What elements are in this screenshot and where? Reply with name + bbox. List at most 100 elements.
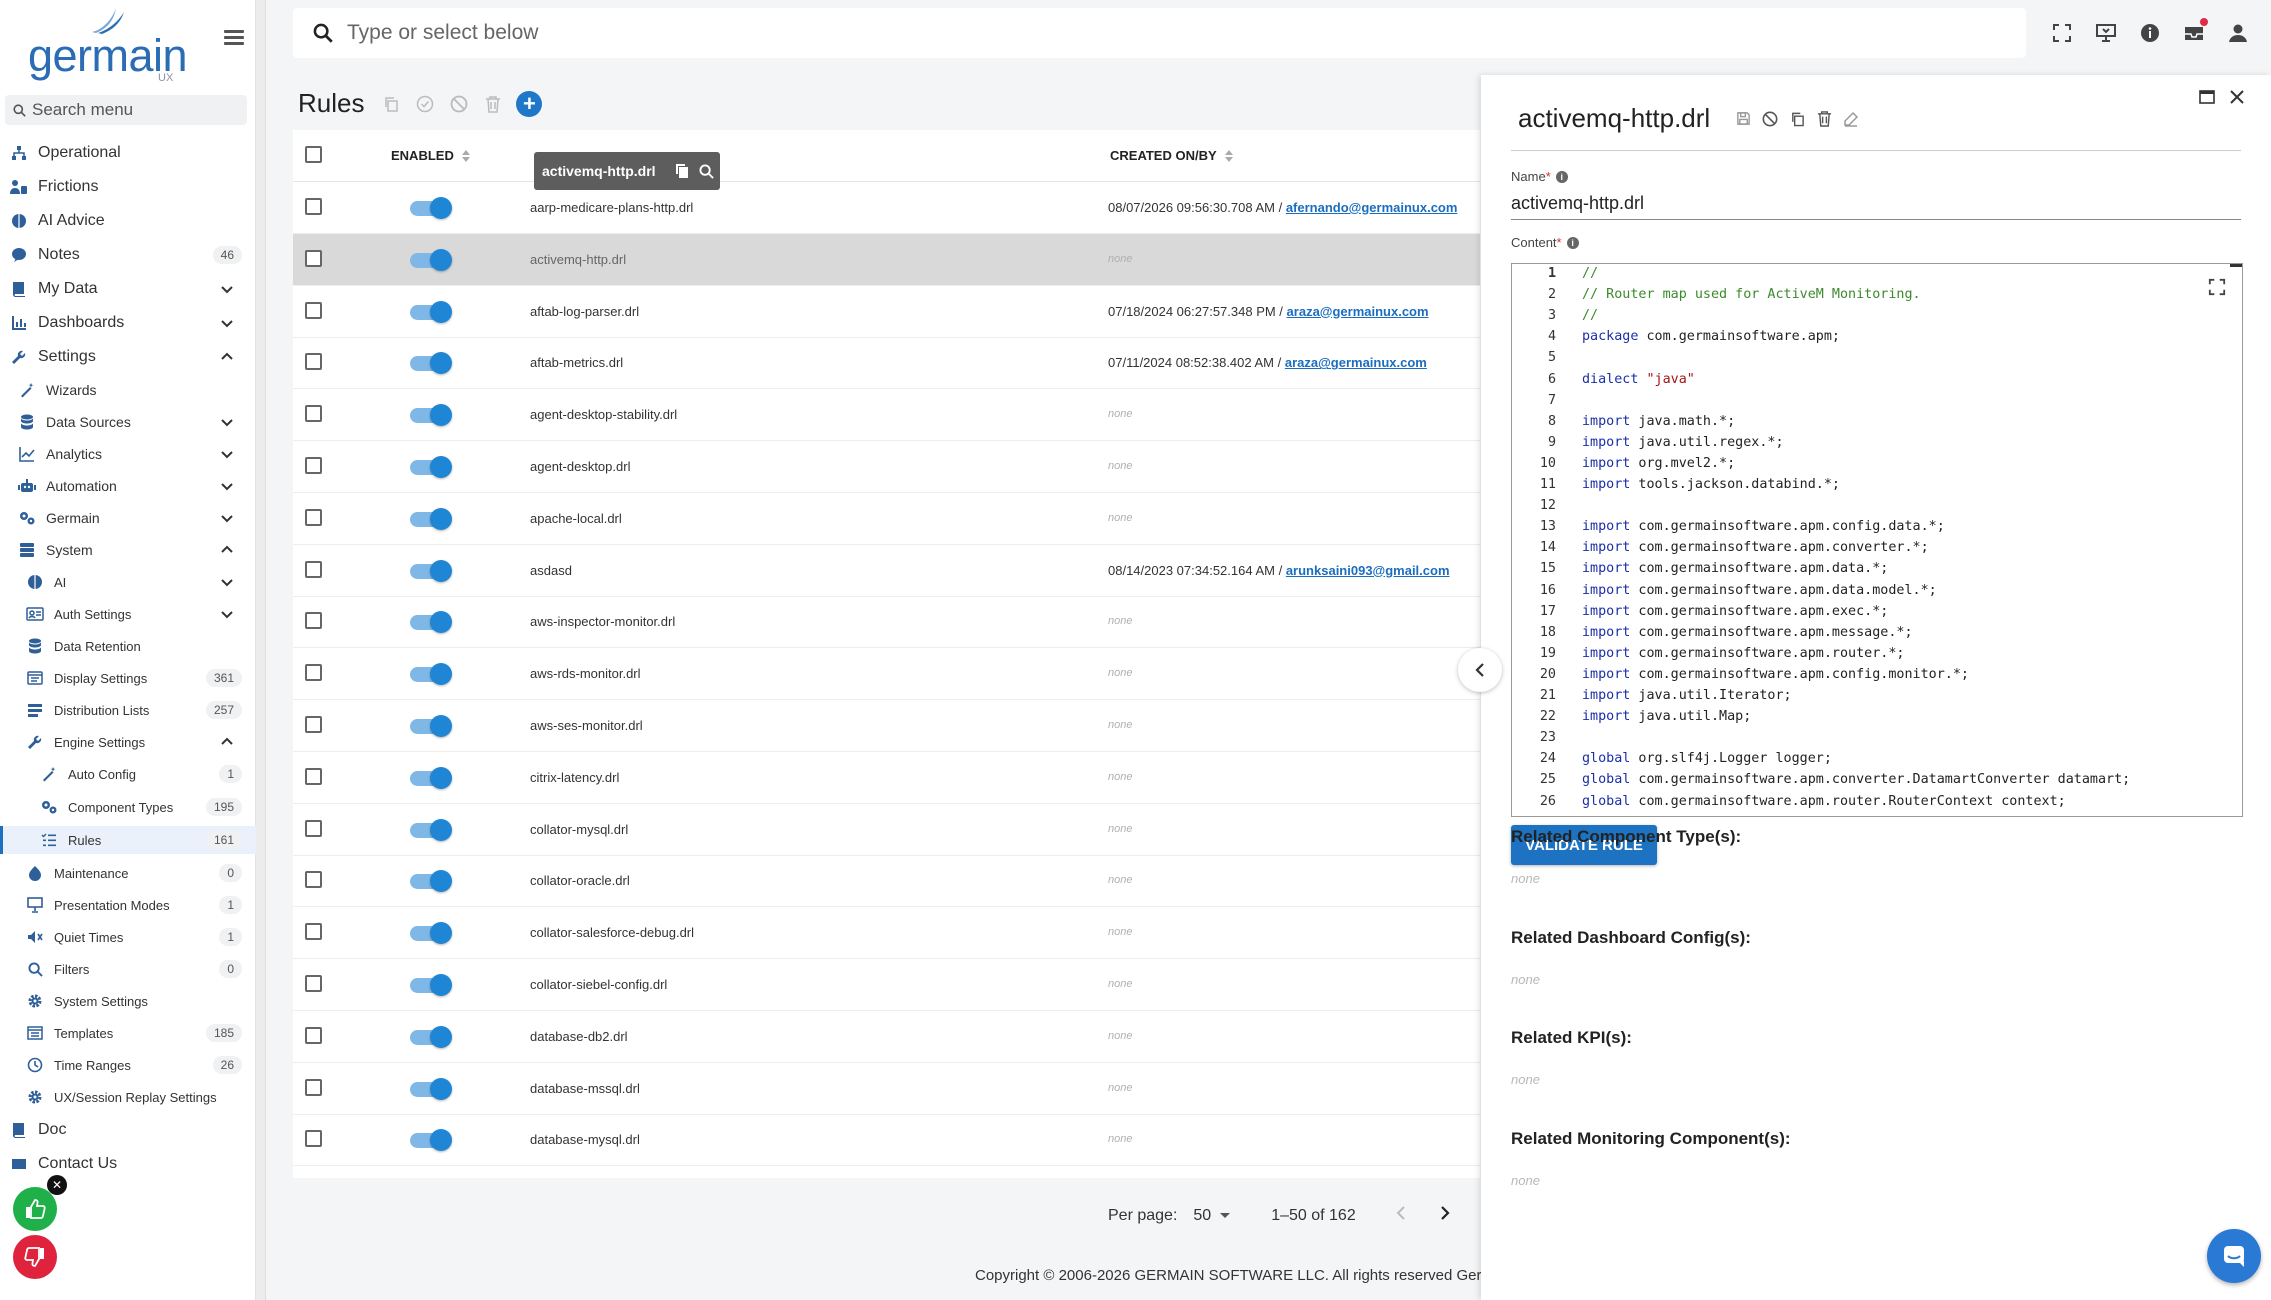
enabled-toggle[interactable] — [410, 1128, 452, 1152]
next-page-icon[interactable] — [1440, 1205, 1450, 1226]
row-checkbox[interactable] — [305, 664, 322, 682]
chevron-down-icon[interactable] — [220, 479, 234, 493]
row-checkbox[interactable] — [305, 1026, 322, 1044]
sidebar-item-auto-config[interactable]: Auto Config 1 — [0, 760, 256, 788]
table-row[interactable]: activemq-http.drl none — [293, 233, 1480, 286]
close-icon[interactable] — [2225, 87, 2249, 107]
code-editor[interactable]: 1 // 2 // Router map used for ActiveM Monit… — [1511, 263, 2243, 817]
enabled-toggle[interactable] — [410, 455, 452, 479]
sidebar-item-quiet-times[interactable]: Quiet Times 1 — [0, 923, 256, 951]
column-enabled[interactable]: ENABLED — [391, 148, 472, 163]
fullscreen-icon[interactable] — [2040, 18, 2084, 48]
menu-toggle-icon[interactable] — [224, 30, 244, 46]
enabled-toggle[interactable] — [410, 507, 452, 531]
table-row[interactable]: asdasd 08/14/2023 07:34:52.164 AM / arunk… — [293, 545, 1480, 597]
sidebar-item-analytics[interactable]: Analytics — [0, 440, 256, 468]
sidebar-item-maintenance[interactable]: Maintenance 0 — [0, 859, 256, 887]
table-row[interactable]: aftab-log-parser.drl 07/18/2024 06:27:57.… — [293, 286, 1480, 338]
sidebar-item-contact-us[interactable]: Contact Us — [0, 1149, 256, 1179]
ban-icon[interactable] — [448, 93, 470, 115]
enabled-toggle[interactable] — [410, 300, 452, 324]
table-row[interactable]: agent-desktop-stability.drl none — [293, 389, 1480, 442]
chevron-up-icon[interactable] — [220, 735, 234, 749]
copy-icon[interactable] — [672, 163, 692, 179]
select-all-checkbox[interactable] — [305, 146, 322, 163]
sidebar-item-system[interactable]: System — [0, 536, 256, 564]
per-page-select[interactable]: 50 — [1193, 1207, 1231, 1225]
row-checkbox[interactable] — [305, 457, 322, 474]
row-checkbox[interactable] — [305, 405, 322, 423]
sidebar-item-wizards[interactable]: Wizards — [0, 376, 256, 404]
rule-name[interactable]: collator-salesforce-debug.drl — [530, 925, 694, 940]
sidebar-item-data-sources[interactable]: Data Sources — [0, 408, 256, 436]
trash-icon[interactable] — [482, 93, 504, 115]
sidebar-item-notes[interactable]: Notes 46 — [0, 240, 256, 270]
close-feedback-button[interactable]: ✕ — [47, 1175, 67, 1195]
enabled-toggle[interactable] — [410, 662, 452, 686]
rule-name[interactable]: aws-rds-monitor.drl — [530, 666, 641, 681]
table-row[interactable]: aftab-metrics.drl 07/11/2024 08:52:38.402… — [293, 337, 1480, 390]
row-checkbox[interactable] — [305, 249, 322, 267]
sidebar-item-operational[interactable]: Operational — [0, 138, 256, 168]
row-checkbox[interactable] — [305, 975, 322, 992]
enabled-toggle[interactable] — [410, 248, 452, 272]
chevron-down-icon[interactable] — [220, 447, 234, 461]
chat-button[interactable] — [2207, 1229, 2261, 1283]
rule-name[interactable]: activemq-http.drl — [530, 252, 626, 267]
row-checkbox[interactable] — [305, 198, 322, 215]
sidebar-item-data-retention[interactable]: Data Retention — [0, 632, 256, 660]
edit-icon[interactable] — [1839, 110, 1863, 127]
sidebar-item-ai[interactable]: AI — [0, 568, 256, 596]
table-row[interactable]: apache-local.drl none — [293, 493, 1480, 545]
rule-name[interactable]: collator-mysql.drl — [530, 822, 628, 837]
enabled-toggle[interactable] — [410, 818, 452, 842]
table-row[interactable]: aws-ses-monitor.drl none — [293, 700, 1480, 752]
sidebar-item-display-settings[interactable]: Display Settings 361 — [0, 664, 256, 692]
sidebar-item-settings[interactable]: Settings — [0, 342, 256, 372]
row-checkbox[interactable] — [305, 508, 322, 526]
enabled-toggle[interactable] — [410, 610, 452, 634]
rule-name[interactable]: aftab-metrics.drl — [530, 355, 623, 370]
table-row[interactable]: aws-inspector-monitor.drl none — [293, 596, 1480, 649]
table-row[interactable]: citrix-latency.drl none — [293, 752, 1480, 804]
enabled-toggle[interactable] — [410, 766, 452, 790]
table-row[interactable]: aws-rds-monitor.drl none — [293, 648, 1480, 701]
germain-logo[interactable]: germain UX — [26, 8, 188, 84]
thumbs-up-button[interactable] — [13, 1187, 57, 1231]
sidebar-item-system-settings[interactable]: System Settings — [0, 987, 256, 1015]
maximize-icon[interactable] — [2195, 87, 2219, 107]
enabled-toggle[interactable] — [410, 1077, 452, 1101]
created-by-link[interactable]: araza@germainux.com — [1285, 355, 1427, 370]
prev-page-icon[interactable] — [1396, 1205, 1406, 1226]
rule-name[interactable]: collator-siebel-config.drl — [530, 977, 667, 992]
rule-name[interactable]: database-db2.drl — [530, 1029, 628, 1044]
add-rule-button[interactable]: + — [516, 90, 543, 117]
sidebar-item-frictions[interactable]: Frictions — [0, 172, 256, 202]
rule-name[interactable]: citrix-latency.drl — [530, 770, 619, 785]
enabled-toggle[interactable] — [410, 921, 452, 945]
enabled-toggle[interactable] — [410, 351, 452, 375]
sidebar-scrollbar[interactable] — [256, 0, 266, 1300]
table-row[interactable]: collator-siebel-config.drl none — [293, 959, 1480, 1011]
row-checkbox[interactable] — [305, 923, 322, 941]
enabled-toggle[interactable] — [410, 714, 452, 738]
row-checkbox[interactable] — [305, 612, 322, 630]
enabled-toggle[interactable] — [410, 869, 452, 893]
sidebar-item-component-types[interactable]: Component Types 195 — [0, 793, 256, 821]
row-checkbox[interactable] — [305, 1078, 322, 1096]
copy-icon[interactable] — [1785, 110, 1809, 127]
editor-scrollbar[interactable] — [2230, 264, 2242, 267]
rule-name[interactable]: agent-desktop.drl — [530, 459, 630, 474]
name-field[interactable]: activemq-http.drl — [1511, 193, 1644, 214]
ban-icon[interactable] — [1758, 110, 1782, 127]
search-icon[interactable] — [696, 163, 716, 179]
rule-name[interactable]: aarp-medicare-plans-http.drl — [530, 200, 693, 215]
rule-name[interactable]: asdasd — [530, 563, 572, 578]
row-checkbox[interactable] — [305, 301, 322, 319]
presentation-icon[interactable] — [2084, 18, 2128, 48]
row-checkbox[interactable] — [305, 560, 322, 578]
chevron-down-icon[interactable] — [220, 316, 234, 330]
row-checkbox[interactable] — [305, 767, 322, 785]
info-icon[interactable]: i — [1566, 236, 1579, 249]
save-icon[interactable] — [1731, 110, 1755, 127]
